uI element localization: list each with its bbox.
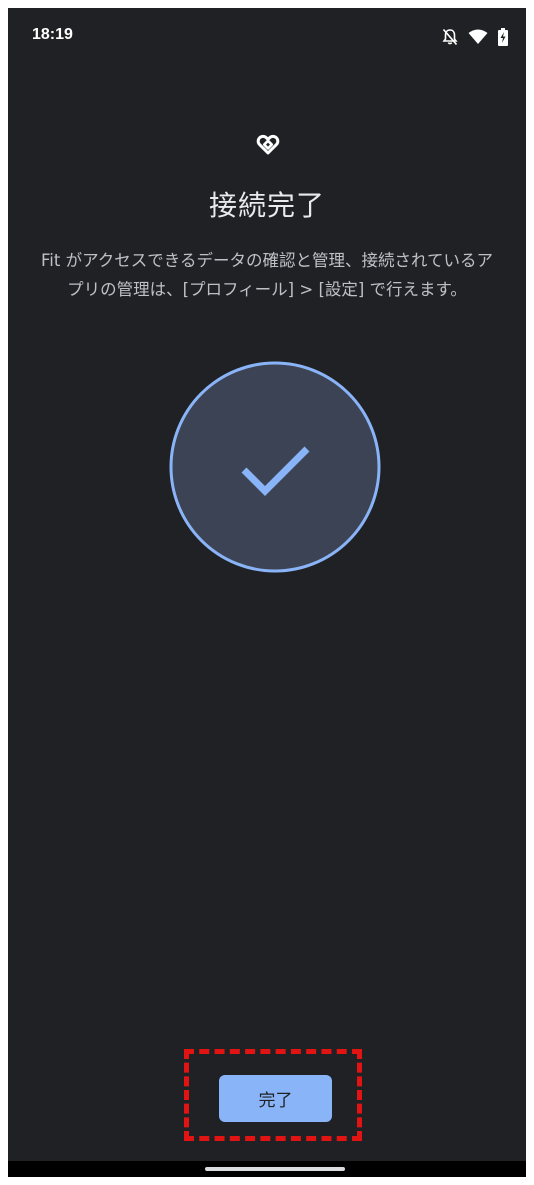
description-text: Fit がアクセスできるデータの確認と管理、接続されているアプリの管理は、[プロ… (41, 251, 493, 299)
google-fit-icon (256, 132, 280, 156)
success-illustration (168, 360, 382, 574)
home-handle[interactable] (205, 1167, 345, 1171)
navigation-bar (8, 1161, 526, 1177)
status-bar: 18:19 (8, 8, 526, 68)
status-time: 18:19 (32, 26, 73, 43)
page-title: 接続完了 (208, 189, 325, 222)
battery-charging-icon (498, 28, 508, 46)
status-icons (442, 28, 508, 46)
app-screen: 18:19 接続完了 Fit がアクセスできるデータの確認と管理、接続されている… (8, 8, 526, 1177)
notifications-off-icon (442, 28, 458, 46)
done-button[interactable]: 完了 (219, 1075, 332, 1122)
wifi-icon (468, 29, 488, 45)
